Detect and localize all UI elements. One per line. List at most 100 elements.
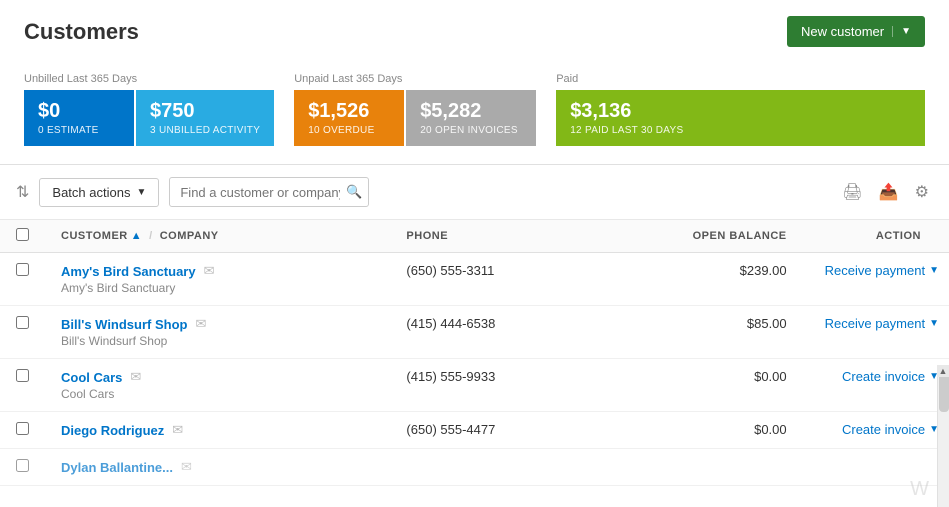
scroll-up-button[interactable]: ▲	[937, 365, 949, 377]
new-customer-arrow: ▼	[892, 26, 911, 37]
tile-overdue[interactable]: $1,526 10 OVERDUE	[294, 90, 404, 146]
tile-estimate[interactable]: $0 0 ESTIMATE	[24, 90, 134, 146]
page-wrapper: Customers New customer ▼ Unbilled Last 3…	[0, 0, 949, 507]
company-header-label: COMPANY	[160, 230, 219, 242]
row-checkbox-cell	[0, 412, 45, 449]
page-header: Customers New customer ▼	[0, 0, 949, 57]
tile-overdue-amount: $1,526	[308, 100, 390, 123]
unbilled-label: Unbilled Last 365 Days	[24, 73, 274, 85]
export-icon: 📤	[879, 184, 899, 201]
email-icon: ✉	[172, 422, 183, 438]
search-icon: 🔍	[346, 184, 362, 200]
tile-open-desc: 20 OPEN INVOICES	[420, 125, 522, 136]
export-button[interactable]: 📤	[875, 178, 903, 206]
batch-actions-arrow: ▼	[136, 187, 146, 198]
action-label: Create invoice	[842, 369, 925, 384]
stats-section: Unbilled Last 365 Days $0 0 ESTIMATE $75…	[0, 57, 949, 146]
phone-cell: (415) 444-6538	[390, 306, 639, 359]
toolbar-right: 🖨 📤 ⚙	[838, 178, 933, 206]
customer-name-row: Bill's Windsurf Shop ✉	[61, 316, 374, 332]
customer-cell: Dylan Ballantine... ✉	[45, 449, 390, 486]
toolbar: ⇅ Batch actions ▼ 🔍 🖨 📤	[0, 165, 949, 220]
table-row: Bill's Windsurf Shop ✉ Bill's Windsurf S…	[0, 306, 949, 359]
unbilled-tiles: $0 0 ESTIMATE $750 3 UNBILLED ACTIVITY	[24, 90, 274, 146]
new-customer-button[interactable]: New customer ▼	[787, 16, 925, 47]
table-header-row: CUSTOMER ▲ / COMPANY PHONE OPEN BALANCE …	[0, 220, 949, 253]
tile-overdue-desc: 10 OVERDUE	[308, 125, 390, 136]
sort-button[interactable]: ⇅	[16, 182, 29, 202]
action-label: Receive payment	[825, 316, 925, 331]
action-link[interactable]: Receive payment ▼	[819, 263, 939, 278]
action-cell: Receive payment ▼	[803, 306, 949, 359]
header-action: ACTION	[803, 220, 949, 253]
action-cell	[803, 449, 949, 486]
customer-name-row: Cool Cars ✉	[61, 369, 374, 385]
settings-button[interactable]: ⚙	[911, 178, 933, 206]
customer-name-row: Amy's Bird Sanctuary ✉	[61, 263, 374, 279]
tile-paid-amount: $3,136	[570, 100, 911, 123]
email-icon: ✉	[130, 369, 141, 385]
customer-header-label: CUSTOMER	[61, 230, 128, 242]
row-checkbox-cell	[0, 359, 45, 412]
unpaid-label: Unpaid Last 365 Days	[294, 73, 536, 85]
balance-cell	[639, 449, 803, 486]
row-checkbox-cell	[0, 449, 45, 486]
tile-paid-desc: 12 PAID LAST 30 DAYS	[570, 125, 911, 136]
header-balance: OPEN BALANCE	[639, 220, 803, 253]
balance-amount: $0.00	[754, 369, 787, 384]
customer-name-link[interactable]: Diego Rodriguez	[61, 423, 164, 438]
table-row: Diego Rodriguez ✉ (650) 555-4477 $0.00 C…	[0, 412, 949, 449]
row-checkbox[interactable]	[16, 263, 29, 276]
action-arrow: ▼	[929, 265, 939, 276]
action-link[interactable]: Create invoice ▼	[819, 422, 939, 437]
email-icon: ✉	[181, 459, 192, 475]
action-cell: Receive payment ▼	[803, 253, 949, 306]
tile-open-amount: $5,282	[420, 100, 522, 123]
row-checkbox[interactable]	[16, 422, 29, 435]
customer-name-link[interactable]: Dylan Ballantine...	[61, 460, 173, 475]
phone-cell	[390, 449, 639, 486]
header-row: Customers New customer ▼	[24, 16, 925, 47]
email-icon: ✉	[204, 263, 215, 279]
select-all-checkbox[interactable]	[16, 228, 29, 241]
balance-cell: $0.00	[639, 359, 803, 412]
search-input[interactable]	[180, 185, 340, 200]
row-checkbox[interactable]	[16, 316, 29, 329]
phone-cell: (650) 555-3311	[390, 253, 639, 306]
paid-block: Paid $3,136 12 PAID LAST 30 DAYS	[556, 73, 925, 146]
customer-name-link[interactable]: Amy's Bird Sanctuary	[61, 264, 196, 279]
stats-outer: Unbilled Last 365 Days $0 0 ESTIMATE $75…	[24, 73, 925, 146]
paid-tiles: $3,136 12 PAID LAST 30 DAYS	[556, 90, 925, 146]
action-cell: Create invoice ▼	[803, 359, 949, 412]
row-checkbox[interactable]	[16, 459, 29, 472]
tile-paid[interactable]: $3,136 12 PAID LAST 30 DAYS	[556, 90, 925, 146]
customer-subname: Cool Cars	[61, 387, 374, 401]
page-title: Customers	[24, 19, 139, 45]
customer-cell: Bill's Windsurf Shop ✉ Bill's Windsurf S…	[45, 306, 390, 359]
batch-actions-label: Batch actions	[52, 185, 130, 200]
customer-name-row: Diego Rodriguez ✉	[61, 422, 374, 438]
action-link[interactable]: Create invoice ▼	[819, 369, 939, 384]
tile-unbilled-activity[interactable]: $750 3 UNBILLED ACTIVITY	[136, 90, 274, 146]
scrollbar-thumb[interactable]	[939, 372, 949, 412]
unpaid-tiles: $1,526 10 OVERDUE $5,282 20 OPEN INVOICE…	[294, 90, 536, 146]
row-checkbox[interactable]	[16, 369, 29, 382]
tile-estimate-amount: $0	[38, 100, 120, 123]
customer-name-link[interactable]: Bill's Windsurf Shop	[61, 317, 187, 332]
header-phone: PHONE	[390, 220, 639, 253]
batch-actions-button[interactable]: Batch actions ▼	[39, 178, 159, 207]
action-cell: Create invoice ▼	[803, 412, 949, 449]
tile-unbilled-amount: $750	[150, 100, 260, 123]
tile-open-invoices[interactable]: $5,282 20 OPEN INVOICES	[406, 90, 536, 146]
customer-name-link[interactable]: Cool Cars	[61, 370, 122, 385]
customer-sort[interactable]: CUSTOMER ▲ / COMPANY	[61, 230, 374, 242]
toolbar-left: ⇅ Batch actions ▼ 🔍	[16, 177, 369, 207]
row-checkbox-cell	[0, 306, 45, 359]
action-arrow: ▼	[929, 318, 939, 329]
balance-amount: $239.00	[740, 263, 787, 278]
customer-subname: Amy's Bird Sanctuary	[61, 281, 374, 295]
paid-label: Paid	[556, 73, 925, 85]
action-link[interactable]: Receive payment ▼	[819, 316, 939, 331]
print-button[interactable]: 🖨	[838, 178, 866, 206]
customer-table: CUSTOMER ▲ / COMPANY PHONE OPEN BALANCE …	[0, 220, 949, 486]
